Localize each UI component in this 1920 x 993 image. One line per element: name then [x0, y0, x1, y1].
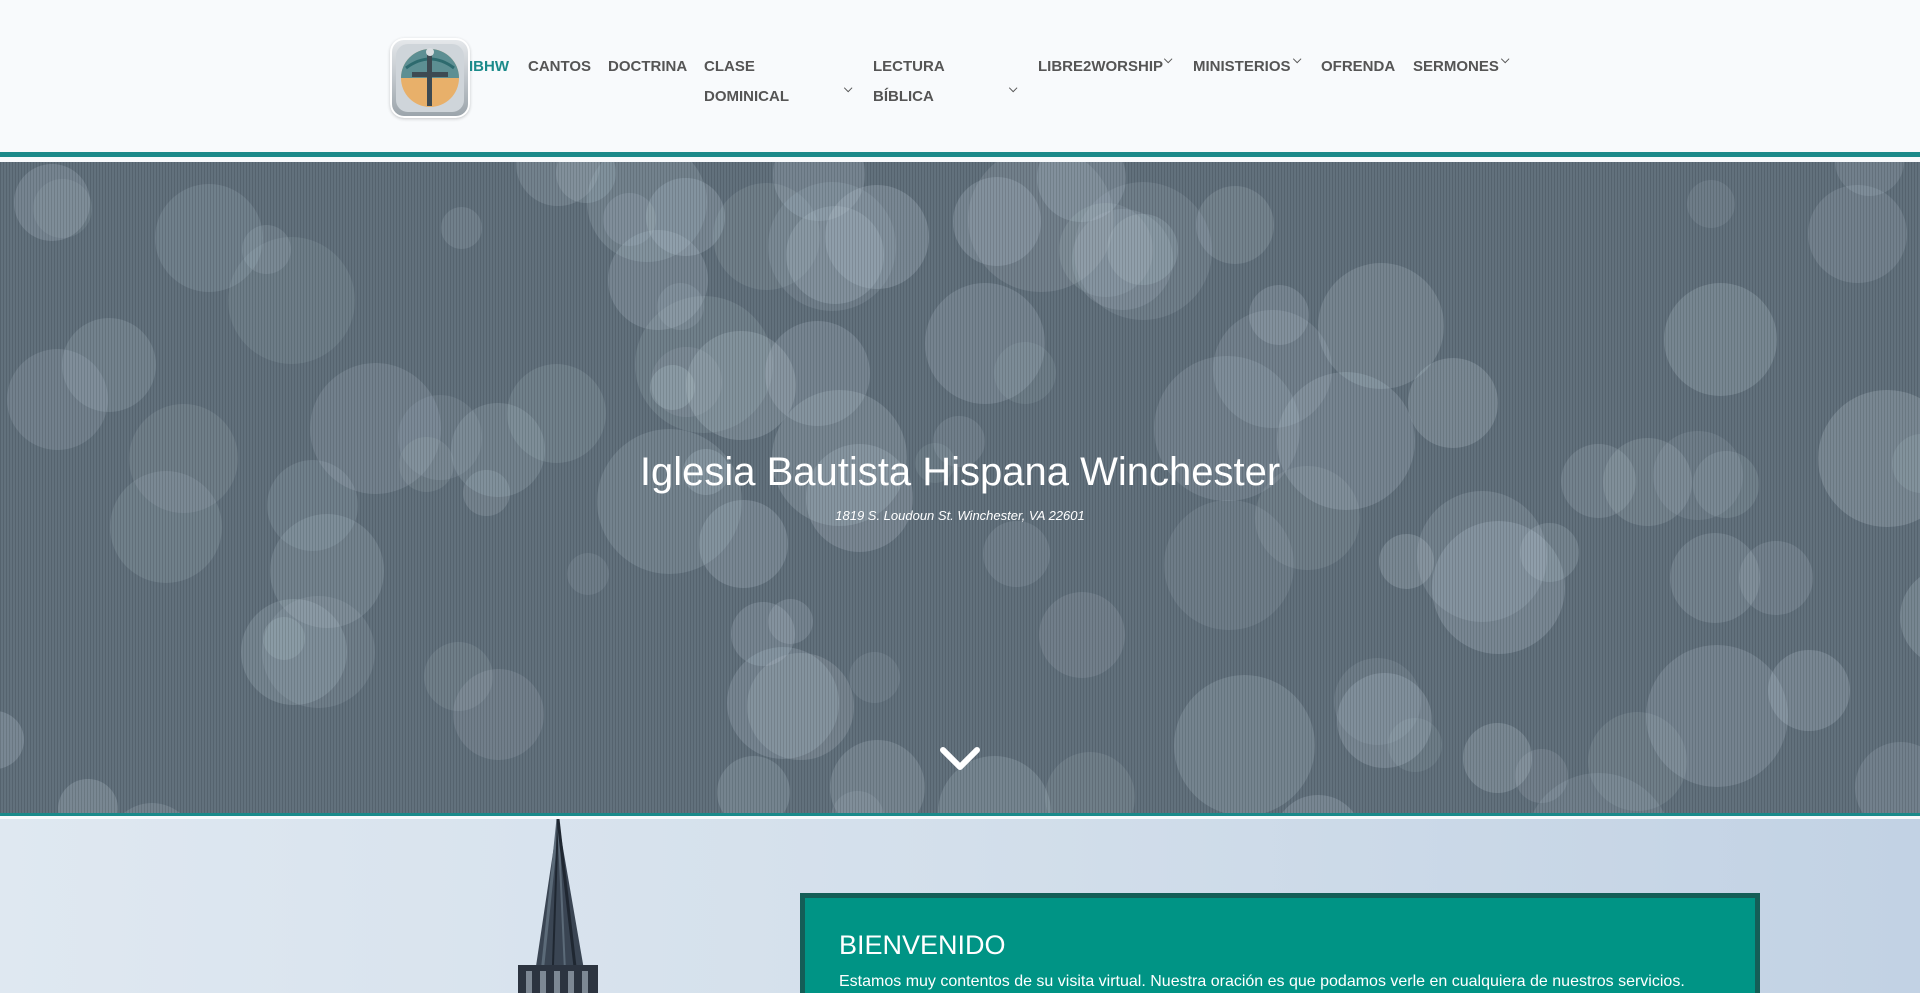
- nav-ibhw[interactable]: IBHW: [469, 52, 509, 82]
- welcome-card: BIENVENIDO Estamos muy contentos de su v…: [800, 893, 1760, 993]
- church-steeple-image: [470, 819, 650, 993]
- chevron-down-icon[interactable]: ⌵: [1293, 54, 1301, 67]
- hero-banner: Iglesia Bautista Hispana Winchester 1819…: [0, 162, 1920, 816]
- page-title: Iglesia Bautista Hispana Winchester: [639, 450, 1281, 494]
- church-address: 1819 S. Loudoun St. Winchester, VA 22601: [835, 508, 1085, 523]
- chevron-down-icon[interactable]: [938, 742, 982, 776]
- nav-sermones[interactable]: SERMONES: [1413, 52, 1499, 82]
- welcome-section: BIENVENIDO Estamos muy contentos de su v…: [0, 819, 1920, 993]
- nav-doctrina[interactable]: DOCTRINA: [608, 52, 687, 82]
- nav-libre2worship[interactable]: LIBRE2WORSHIP: [1038, 52, 1163, 82]
- church-logo-icon[interactable]: [390, 38, 470, 118]
- chevron-down-icon[interactable]: ⌵: [1009, 83, 1017, 96]
- welcome-heading: BIENVENIDO: [839, 930, 1006, 960]
- nav-lectura-biblica[interactable]: LECTURA BÍBLICA: [873, 52, 973, 112]
- chevron-down-icon[interactable]: ⌵: [844, 83, 852, 96]
- nav-clase-dominical[interactable]: CLASE DOMINICAL: [704, 52, 809, 112]
- site-header: IBHW CANTOS DOCTRINA CLASE DOMINICAL ⌵ L…: [0, 0, 1920, 157]
- nav-cantos[interactable]: CANTOS: [528, 52, 591, 82]
- nav-ministerios[interactable]: MINISTERIOS: [1193, 52, 1291, 82]
- nav-ofrenda[interactable]: OFRENDA: [1321, 52, 1395, 82]
- chevron-down-icon[interactable]: ⌵: [1501, 54, 1509, 67]
- welcome-text: Estamos muy contentos de su visita virtu…: [839, 973, 1685, 990]
- chevron-down-icon[interactable]: ⌵: [1164, 54, 1172, 67]
